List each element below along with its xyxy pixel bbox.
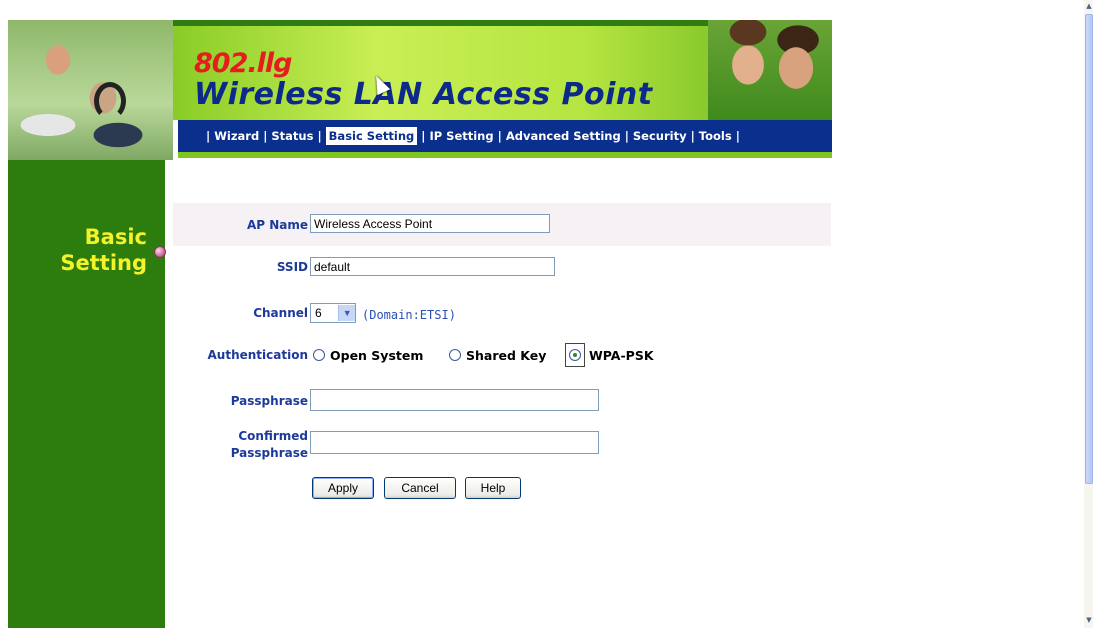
radio-shared-key[interactable]: [449, 349, 461, 361]
nav-item-security[interactable]: Security: [633, 129, 687, 143]
nav-item-status[interactable]: Status: [271, 129, 313, 143]
radio-wpa-psk[interactable]: [569, 349, 581, 361]
channel-value: 6: [315, 306, 322, 320]
nav-item-wizard[interactable]: Wizard: [214, 129, 259, 143]
sidebar-title-line2: Setting: [60, 251, 147, 275]
nav-item-ip-setting[interactable]: IP Setting: [429, 129, 493, 143]
ssid-input[interactable]: [310, 257, 555, 276]
ssid-label: SSID: [276, 260, 308, 274]
product-subtitle: 802.llg: [194, 48, 292, 79]
nav-separator: |: [206, 129, 211, 143]
nav-item-basic-setting[interactable]: Basic Setting: [325, 127, 418, 145]
nav-item-advanced-setting[interactable]: Advanced Setting: [506, 129, 621, 143]
apply-button[interactable]: Apply: [312, 477, 374, 499]
nav-underline: [178, 152, 832, 158]
channel-select[interactable]: 6 ▼: [310, 303, 356, 323]
passphrase-label: Passphrase: [230, 394, 308, 408]
channel-label: Channel: [253, 306, 308, 320]
nav-item-tools[interactable]: Tools: [699, 129, 732, 143]
scroll-up-icon[interactable]: ▲: [1085, 0, 1093, 12]
sidebar-title: Basic Setting: [60, 224, 147, 276]
nav-separator: |: [263, 129, 268, 143]
scrollbar-thumb[interactable]: [1085, 14, 1093, 484]
sidebar: Basic Setting: [8, 160, 165, 628]
help-button[interactable]: Help: [465, 477, 521, 499]
cancel-button[interactable]: Cancel: [384, 477, 456, 499]
confirmed-passphrase-input[interactable]: [310, 431, 599, 454]
header-banner: 802.llg Wireless LAN Access Point | Wiza…: [8, 20, 832, 160]
scroll-down-icon[interactable]: ▼: [1085, 614, 1093, 626]
nav-separator: |: [421, 129, 426, 143]
radio-shared-key-label: Shared Key: [466, 348, 547, 363]
nav-separator: |: [690, 129, 695, 143]
confirmed-label-line2: Passphrase: [230, 446, 308, 460]
nav-separator: |: [317, 129, 322, 143]
domain-text: (Domain:ETSI): [362, 308, 456, 322]
radio-open-system-label: Open System: [330, 348, 424, 363]
ap-name-input[interactable]: [310, 214, 550, 233]
authentication-label: Authentication: [207, 348, 309, 362]
nav-separator: |: [624, 129, 629, 143]
banner-photo-left: [8, 20, 173, 160]
radio-wpa-psk-label: WPA-PSK: [589, 348, 654, 363]
product-title: Wireless LAN Access Point: [194, 77, 653, 112]
confirmed-passphrase-label: Confirmed Passphrase: [200, 428, 308, 462]
confirmed-label-line1: Confirmed: [238, 429, 308, 443]
chevron-down-icon[interactable]: ▼: [338, 305, 355, 321]
radio-open-system[interactable]: [313, 349, 325, 361]
ap-name-label: AP Name: [246, 218, 308, 232]
headphone-icon: [94, 82, 126, 120]
pink-dot-icon: [154, 246, 166, 258]
sidebar-title-line1: Basic: [84, 225, 147, 249]
nav-separator: |: [735, 129, 740, 143]
banner-photo-right: [708, 20, 832, 120]
nav-separator: |: [497, 129, 502, 143]
passphrase-input[interactable]: [310, 389, 599, 411]
top-nav: | Wizard | Status | Basic Setting | IP S…: [178, 120, 832, 152]
